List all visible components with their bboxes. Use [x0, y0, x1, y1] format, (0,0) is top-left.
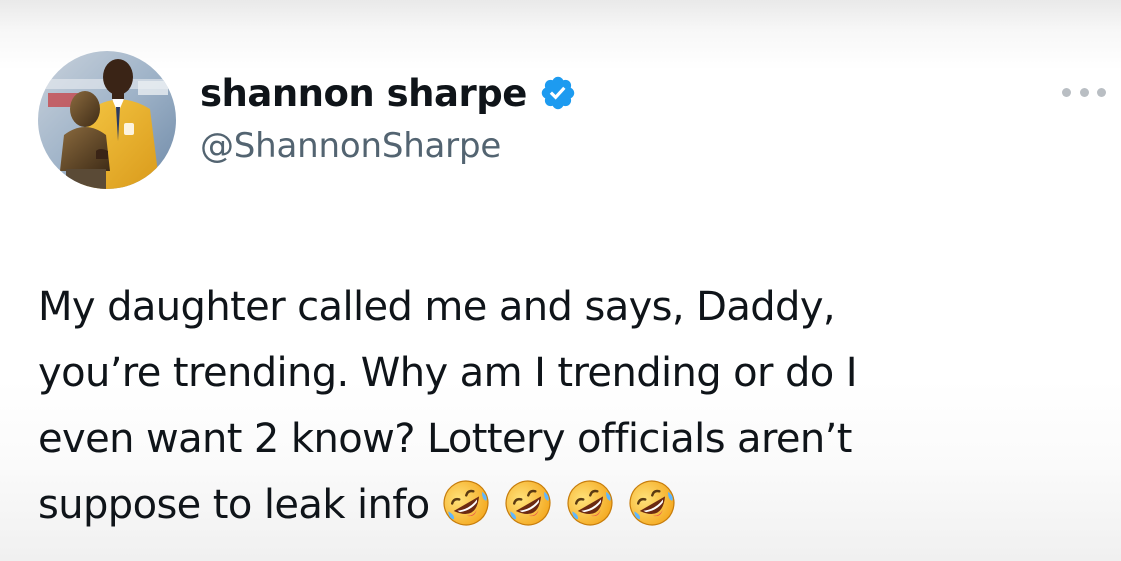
emoji-group — [440, 477, 678, 529]
rolling-on-floor-laughing-emoji — [629, 480, 675, 526]
tweet-text: My daughter called me and says, Daddy, y… — [38, 274, 1098, 538]
tweet-text-line: suppose to leak info — [38, 482, 430, 528]
more-dot — [1097, 87, 1106, 97]
author-handle[interactable]: @ShannonSharpe — [200, 126, 501, 166]
verified-badge-icon[interactable] — [539, 74, 577, 112]
tweet-text-line-last: suppose to leak info — [38, 472, 1098, 538]
tweet-text-line: My daughter called me and says, Daddy, — [38, 284, 836, 330]
rolling-on-floor-laughing-emoji — [567, 480, 613, 526]
more-dot — [1079, 87, 1089, 97]
tweet-text-line: even want 2 know? Lottery officials aren… — [38, 416, 852, 462]
tweet-text-line: you’re trending. Why am I trending or do… — [38, 350, 858, 396]
tweet-card: shannon sharpe @ShannonSharpe My daughte… — [0, 0, 1121, 561]
rolling-on-floor-laughing-emoji — [505, 480, 551, 526]
display-name[interactable]: shannon sharpe — [200, 72, 527, 115]
avatar-image — [38, 51, 176, 189]
author-name-row: shannon sharpe — [200, 66, 577, 120]
more-options-icon[interactable] — [1062, 80, 1106, 104]
rolling-on-floor-laughing-emoji — [443, 480, 489, 526]
avatar[interactable] — [38, 51, 176, 189]
more-dot — [1062, 87, 1071, 97]
